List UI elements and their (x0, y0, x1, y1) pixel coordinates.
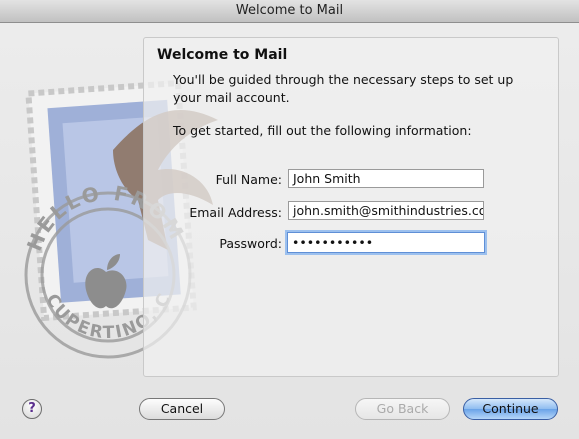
intro-text: You'll be guided through the necessary s… (173, 72, 514, 105)
password-field[interactable]: ••••••••••• (287, 232, 485, 253)
help-button[interactable]: ? (22, 399, 42, 419)
email-field[interactable]: john.smith@smithindustries.co (288, 201, 484, 220)
instruction-text: To get started, fill out the following i… (173, 123, 472, 138)
full-name-field[interactable]: John Smith (288, 169, 484, 188)
email-label: Email Address: (189, 205, 282, 220)
window-title: Welcome to Mail (0, 0, 579, 23)
go-back-button[interactable]: Go Back (355, 398, 450, 420)
continue-button[interactable]: Continue (463, 398, 558, 420)
full-name-label: Full Name: (215, 172, 282, 187)
cancel-button[interactable]: Cancel (139, 398, 225, 420)
panel-heading: Welcome to Mail (157, 47, 288, 63)
password-label: Password: (219, 236, 282, 251)
